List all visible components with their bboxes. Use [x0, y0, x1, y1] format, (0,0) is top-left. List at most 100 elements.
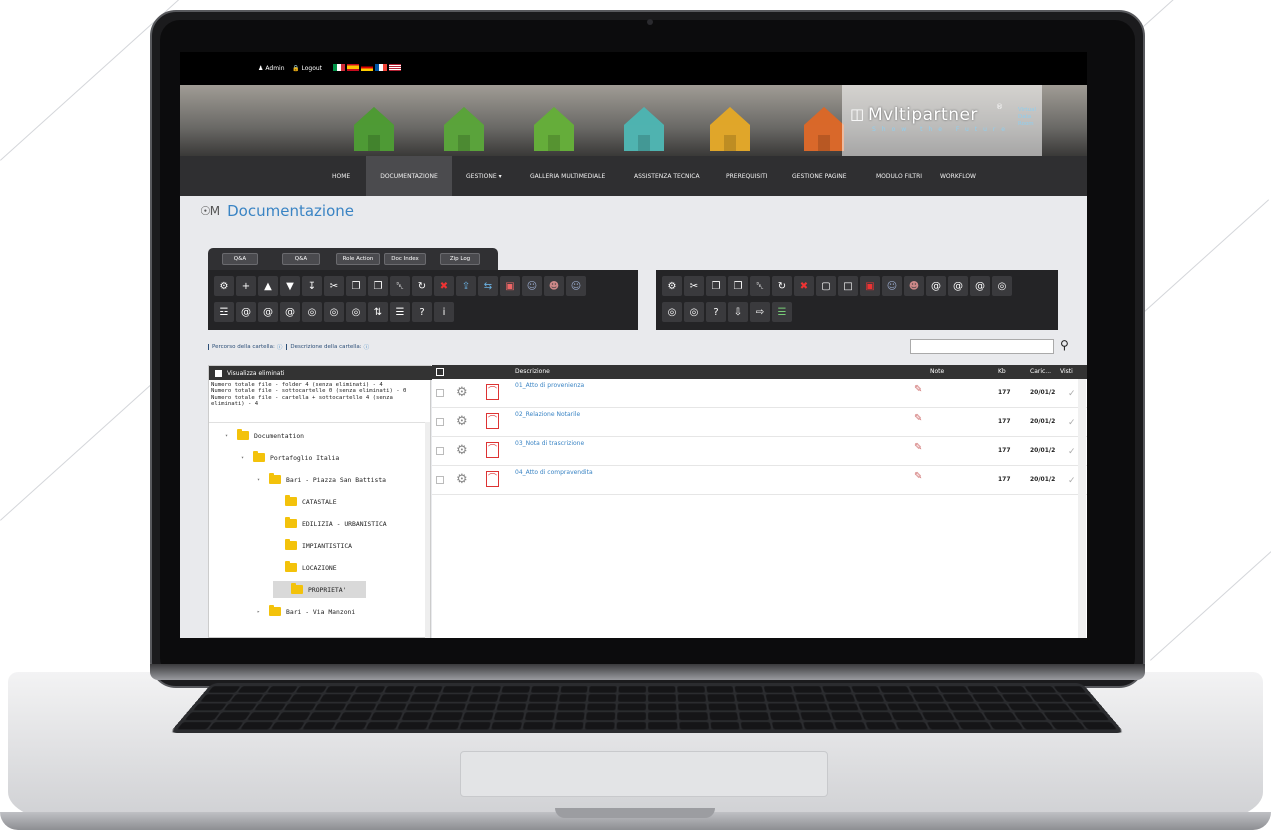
- trash-icon[interactable]: ␡: [390, 276, 410, 296]
- table-row[interactable]: ⚙ ⌒ 04_Atto di compravendita ✎ 177 20/01/2 ✓: [432, 466, 1087, 495]
- broadcast-group-icon[interactable]: ◎: [346, 302, 366, 322]
- gear-icon[interactable]: ⚙: [456, 472, 468, 487]
- note-icon[interactable]: ✎: [914, 413, 922, 424]
- upload-icon[interactable]: ⇪: [456, 276, 476, 296]
- france-flag-icon[interactable]: [375, 64, 387, 71]
- cut-icon[interactable]: ✂: [324, 276, 344, 296]
- col-caricato[interactable]: Caric...: [1030, 368, 1051, 375]
- copy-icon[interactable]: ❐: [706, 276, 726, 296]
- gear-icon[interactable]: ⚙: [456, 414, 468, 429]
- file-name-link[interactable]: 04_Atto di compravendita: [515, 469, 593, 476]
- paste-icon[interactable]: ❐: [728, 276, 748, 296]
- move-icon[interactable]: ↧: [302, 276, 322, 296]
- deleted-checkbox[interactable]: [215, 369, 222, 377]
- broadcast-icon[interactable]: ◎: [992, 276, 1012, 296]
- menu-modulo-filtri[interactable]: MODULO FILTRI: [868, 156, 930, 196]
- pdf-icon[interactable]: ⌒: [486, 384, 499, 400]
- tab-doc-index[interactable]: Doc Index: [384, 253, 426, 265]
- tree-node[interactable]: PROPRIETA': [273, 581, 367, 598]
- users-icon[interactable]: ☺: [522, 276, 542, 296]
- sort-icon[interactable]: ⇅: [368, 302, 388, 322]
- trackpad[interactable]: [460, 751, 828, 797]
- germany-flag-icon[interactable]: [361, 64, 373, 71]
- at-set-icon[interactable]: @: [948, 276, 968, 296]
- unlock-icon[interactable]: □: [838, 276, 858, 296]
- select-all-checkbox[interactable]: [436, 368, 444, 376]
- col-kb[interactable]: Kb: [998, 368, 1006, 375]
- workflow-icon[interactable]: ☰: [772, 302, 792, 322]
- menu-home[interactable]: HOME: [324, 156, 358, 196]
- list-icon[interactable]: ☰: [390, 302, 410, 322]
- paste-icon[interactable]: ❐: [368, 276, 388, 296]
- italy-flag-icon[interactable]: [333, 64, 345, 71]
- usa-flag-icon[interactable]: [389, 64, 401, 71]
- menu-gestione-pagine[interactable]: GESTIONE PAGINE: [784, 156, 855, 196]
- user-edit-icon[interactable]: ☺: [566, 276, 586, 296]
- settings-icon[interactable]: ⚙: [662, 276, 682, 296]
- at-group-icon[interactable]: @: [280, 302, 300, 322]
- lock-icon[interactable]: ▢: [816, 276, 836, 296]
- gear-icon[interactable]: ⚙: [456, 443, 468, 458]
- tree-node[interactable]: LOCAZIONE: [273, 561, 337, 572]
- at-set-icon[interactable]: @: [258, 302, 278, 322]
- scrollbar[interactable]: [1078, 379, 1086, 638]
- file-name-link[interactable]: 01_Atto di provenienza: [515, 382, 584, 389]
- info-icon[interactable]: ⓘ: [277, 343, 283, 351]
- menu-documentazione[interactable]: DOCUMENTAZIONE: [366, 156, 452, 196]
- scrollbar[interactable]: [425, 422, 430, 638]
- refresh-icon[interactable]: ↻: [772, 276, 792, 296]
- gear-icon[interactable]: ⚙: [456, 385, 468, 400]
- broadcast-group-icon[interactable]: ◎: [684, 302, 704, 322]
- export-icon[interactable]: ⇨: [750, 302, 770, 322]
- help-icon[interactable]: ?: [706, 302, 726, 322]
- menu-assistenza-tecnica[interactable]: ASSISTENZA TECNICA: [626, 156, 708, 196]
- pdf-icon[interactable]: ⌒: [486, 442, 499, 458]
- at-icon[interactable]: @: [926, 276, 946, 296]
- menu-gestione[interactable]: GESTIONE ▾: [458, 156, 510, 196]
- note-icon[interactable]: ✎: [914, 442, 922, 453]
- users-icon[interactable]: ☺: [882, 276, 902, 296]
- row-checkbox[interactable]: [436, 476, 444, 484]
- tree-node[interactable]: CATASTALE: [273, 495, 337, 506]
- chevron-icon[interactable]: ▾: [257, 477, 264, 483]
- tab-role-action[interactable]: Role Action: [336, 253, 380, 265]
- tree-node[interactable]: ▾ Documentation: [225, 429, 304, 440]
- trash-icon[interactable]: ␡: [750, 276, 770, 296]
- at-group-icon[interactable]: @: [970, 276, 990, 296]
- tree-node[interactable]: ▾ Portafoglio Italia: [241, 451, 339, 462]
- table-row[interactable]: ⚙ ⌒ 02_Relazione Notarile ✎ 177 20/01/2 ✓: [432, 408, 1087, 437]
- row-checkbox[interactable]: [436, 389, 444, 397]
- pdf-icon[interactable]: ⌒: [486, 413, 499, 429]
- menu-prerequisiti[interactable]: PREREQUISITI: [718, 156, 775, 196]
- tab-qa-edit[interactable]: Q&A: [222, 253, 258, 265]
- add-icon[interactable]: +: [236, 276, 256, 296]
- settings-icon[interactable]: ⚙: [214, 276, 234, 296]
- file-lock-icon[interactable]: ▣: [860, 276, 880, 296]
- note-icon[interactable]: ✎: [914, 384, 922, 395]
- folder-move-icon[interactable]: ⇆: [478, 276, 498, 296]
- col-visti[interactable]: Visti: [1060, 368, 1073, 375]
- spain-flag-icon[interactable]: [347, 64, 359, 71]
- col-note[interactable]: Note: [930, 368, 944, 375]
- note-icon[interactable]: ✎: [914, 471, 922, 482]
- cut-icon[interactable]: ✂: [684, 276, 704, 296]
- row-checkbox[interactable]: [436, 447, 444, 455]
- search-input[interactable]: [910, 339, 1054, 354]
- chevron-icon[interactable]: ▾: [225, 433, 232, 439]
- copy-icon[interactable]: ❐: [346, 276, 366, 296]
- tab-qa[interactable]: Q&A: [282, 253, 320, 265]
- deleted-toggle[interactable]: Visualizza eliminati: [209, 366, 432, 380]
- user-add-icon[interactable]: ☻: [544, 276, 564, 296]
- delete-icon[interactable]: ✖: [434, 276, 454, 296]
- delete-icon[interactable]: ✖: [794, 276, 814, 296]
- menu-workflow[interactable]: WORKFLOW: [932, 156, 984, 196]
- at-icon[interactable]: @: [236, 302, 256, 322]
- broadcast-icon[interactable]: ◎: [302, 302, 322, 322]
- col-descrizione[interactable]: Descrizione: [515, 368, 550, 375]
- row-checkbox[interactable]: [436, 418, 444, 426]
- tree-node[interactable]: IMPIANTISTICA: [273, 539, 352, 550]
- arrow-down-icon[interactable]: ▼: [280, 276, 300, 296]
- info-icon[interactable]: ⓘ: [364, 343, 370, 351]
- help-icon[interactable]: ?: [412, 302, 432, 322]
- logout-link[interactable]: 🔒 Logout: [292, 65, 322, 72]
